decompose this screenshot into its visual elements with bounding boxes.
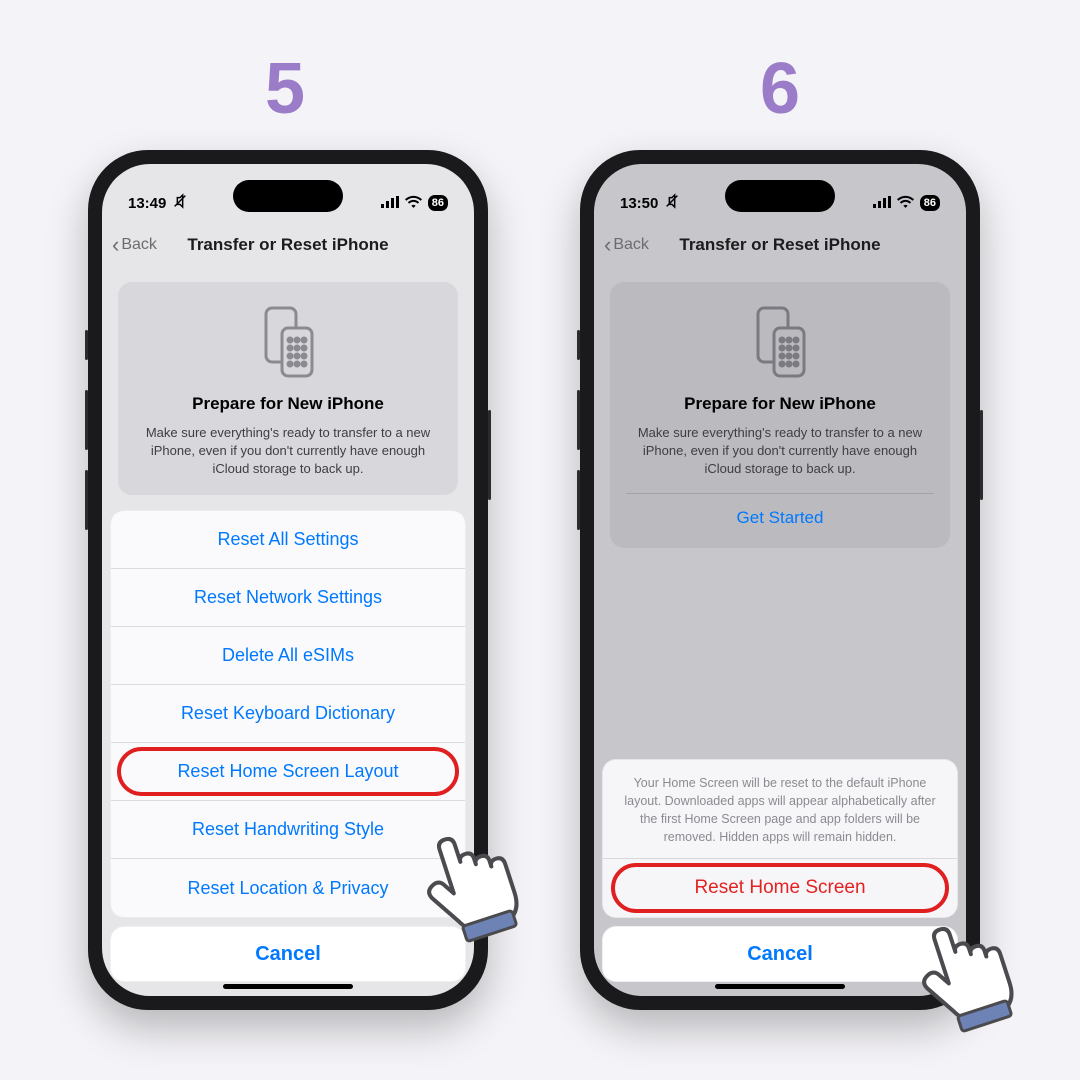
status-time: 13:49: [128, 195, 166, 212]
step-number-5: 5: [255, 48, 315, 130]
option-reset-network-settings[interactable]: Reset Network Settings: [111, 569, 465, 627]
chevron-left-icon: ‹: [112, 232, 119, 258]
back-button[interactable]: ‹ Back: [604, 232, 649, 258]
navigation-bar: ‹ Back Transfer or Reset iPhone: [594, 222, 966, 268]
nav-title: Transfer or Reset iPhone: [594, 235, 966, 255]
highlight-ring: [117, 747, 459, 796]
card-title: Prepare for New iPhone: [626, 394, 934, 414]
home-indicator[interactable]: [715, 984, 845, 989]
pointer-cursor-icon: [410, 820, 530, 950]
cellular-icon: [381, 195, 399, 212]
cellular-icon: [873, 195, 891, 212]
card-description: Make sure everything's ready to transfer…: [626, 424, 934, 479]
battery-icon: 86: [428, 195, 448, 211]
wifi-icon: [405, 195, 422, 212]
prepare-card: Prepare for New iPhone Make sure everyth…: [610, 282, 950, 548]
dynamic-island: [233, 180, 343, 212]
battery-icon: 86: [920, 195, 940, 211]
status-time: 13:50: [620, 195, 658, 212]
card-title: Prepare for New iPhone: [134, 394, 442, 414]
step-number-6: 6: [750, 48, 810, 130]
dynamic-island: [725, 180, 835, 212]
card-description: Make sure everything's ready to transfer…: [134, 424, 442, 479]
prepare-card: Prepare for New iPhone Make sure everyth…: [118, 282, 458, 495]
option-delete-esims[interactable]: Delete All eSIMs: [111, 627, 465, 685]
silent-icon: [172, 193, 188, 213]
reset-home-screen-button[interactable]: Reset Home Screen: [603, 859, 957, 917]
get-started-button[interactable]: Get Started: [626, 504, 934, 532]
confirm-message: Your Home Screen will be reset to the de…: [603, 760, 957, 860]
option-reset-all-settings[interactable]: Reset All Settings: [111, 511, 465, 569]
back-label: Back: [121, 236, 157, 254]
option-reset-home-screen-layout[interactable]: Reset Home Screen Layout: [111, 743, 465, 801]
option-reset-keyboard-dictionary[interactable]: Reset Keyboard Dictionary: [111, 685, 465, 743]
transfer-icon: [134, 306, 442, 380]
silent-icon: [664, 193, 680, 213]
home-indicator[interactable]: [223, 984, 353, 989]
highlight-ring: [611, 863, 949, 913]
navigation-bar: ‹ Back Transfer or Reset iPhone: [102, 222, 474, 268]
chevron-left-icon: ‹: [604, 232, 611, 258]
back-label: Back: [613, 236, 649, 254]
wifi-icon: [897, 195, 914, 212]
transfer-icon: [626, 306, 934, 380]
confirm-sheet: Your Home Screen will be reset to the de…: [602, 759, 958, 919]
phone-screen-right: 13:50 86 ‹ Back Transfer or Reset iPh: [594, 164, 966, 996]
phone-frame-right: 13:50 86 ‹ Back Transfer or Reset iPh: [580, 150, 980, 1010]
nav-title: Transfer or Reset iPhone: [102, 235, 474, 255]
pointer-cursor-icon: [905, 910, 1025, 1040]
back-button[interactable]: ‹ Back: [112, 232, 157, 258]
